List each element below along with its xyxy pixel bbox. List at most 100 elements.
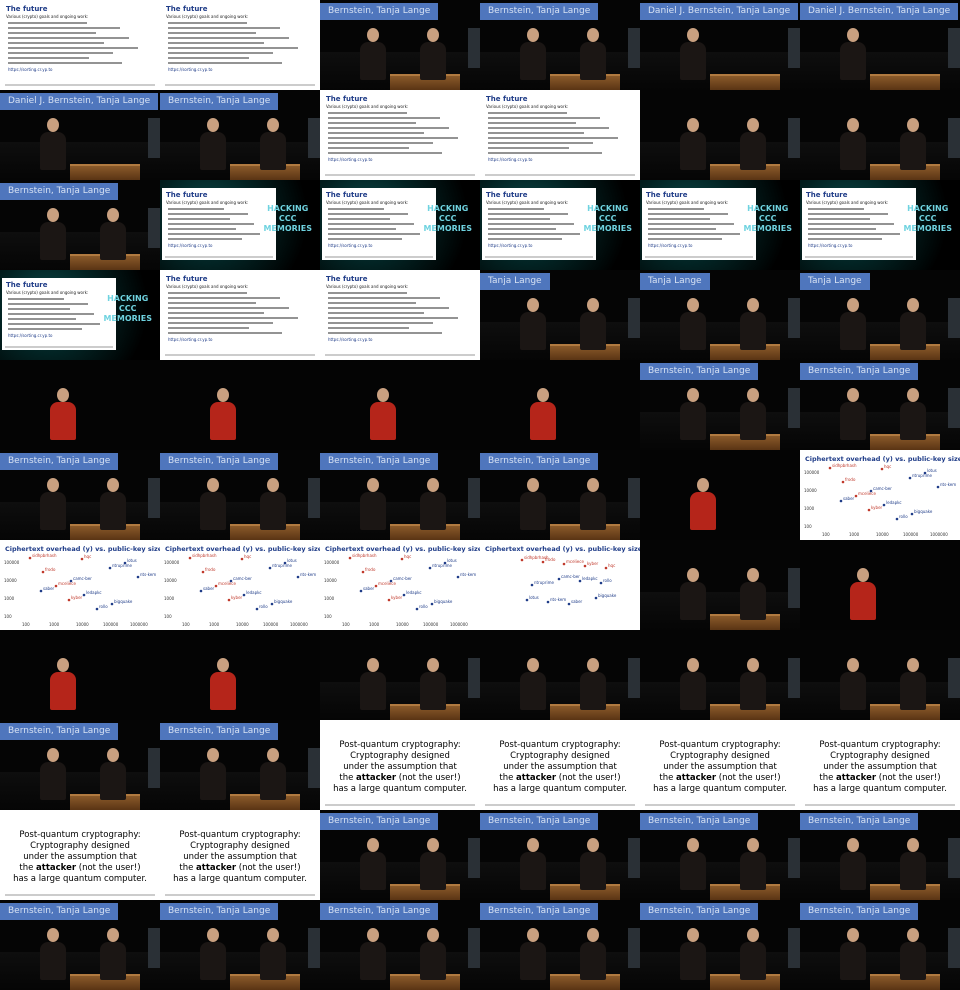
video-frame-thumbnail[interactable]: Daniel J. Bernstein, Tanja Lange [640,0,800,90]
video-frame-thumbnail[interactable]: The future Various (crypto) goals and ong… [160,0,320,90]
video-frame-thumbnail[interactable]: The future Various (crypto) goals and ong… [320,270,480,360]
video-frame-thumbnail[interactable]: Bernstein, Tanja Lange [640,360,800,450]
video-frame-thumbnail[interactable]: Ciphertext overhead (y) vs. public-key s… [0,540,160,630]
point-label: frodo [545,557,556,562]
video-frame-thumbnail[interactable]: Post-quantum cryptography: Cryptography d… [160,810,320,900]
video-frame-thumbnail[interactable]: Bernstein, Tanja Lange [160,720,320,810]
video-frame-thumbnail[interactable] [320,360,480,450]
video-frame-thumbnail[interactable]: The future Various (crypto) goals and ong… [320,90,480,180]
data-point [841,480,845,484]
video-frame-thumbnail[interactable]: Bernstein, Tanja Lange [320,450,480,540]
bullet-line [8,62,122,64]
video-frame-thumbnail[interactable]: Ciphertext overhead (y) vs. public-key s… [800,450,960,540]
video-frame-thumbnail[interactable]: Post-quantum cryptography: Cryptography d… [640,720,800,810]
speaker-head [847,118,859,132]
speaker-head [527,658,539,672]
video-frame-thumbnail[interactable]: Bernstein, Tanja Lange [320,810,480,900]
bullet-line [488,117,601,119]
speaker-name-bar: Bernstein, Tanja Lange [800,903,919,920]
video-frame-thumbnail[interactable]: Tanja Lange [480,270,640,360]
video-frame-thumbnail[interactable] [480,630,640,720]
video-frame-thumbnail[interactable] [160,360,320,450]
video-frame-thumbnail[interactable]: The future Various (crypto) goals and ong… [0,270,160,360]
video-frame-thumbnail[interactable]: The future Various (crypto) goals and ong… [160,270,320,360]
speaker-head [697,478,709,492]
video-frame-thumbnail[interactable] [0,630,160,720]
video-frame-thumbnail[interactable]: The future Various (crypto) goals and ong… [640,180,800,270]
video-frame-thumbnail[interactable]: Bernstein, Tanja Lange [480,450,640,540]
video-frame-thumbnail[interactable]: Bernstein, Tanja Lange [320,0,480,90]
video-frame-thumbnail[interactable]: Bernstein, Tanja Lange [480,0,640,90]
video-frame-thumbnail[interactable]: Post-quantum cryptography: Cryptography d… [0,810,160,900]
video-frame-thumbnail[interactable] [160,630,320,720]
video-frame-thumbnail[interactable]: Tanja Lange [640,270,800,360]
video-frame-thumbnail[interactable]: Bernstein, Tanja Lange [800,900,960,990]
speaker-body [850,582,876,620]
video-frame-thumbnail[interactable] [0,360,160,450]
slide-footer [325,804,475,806]
video-frame-thumbnail[interactable]: Bernstein, Tanja Lange [480,810,640,900]
video-frame-thumbnail[interactable]: Bernstein, Tanja Lange [160,900,320,990]
y-tick-label: 100 [804,524,812,529]
video-frame-thumbnail[interactable] [800,540,960,630]
video-frame-thumbnail[interactable]: Bernstein, Tanja Lange [640,900,800,990]
video-frame-thumbnail[interactable]: The future Various (crypto) goals and ong… [480,90,640,180]
speaker-name-bar: Tanja Lange [640,273,710,290]
video-frame-thumbnail[interactable]: Bernstein, Tanja Lange [160,90,320,180]
video-frame-thumbnail[interactable]: Bernstein, Tanja Lange [0,900,160,990]
video-frame-thumbnail[interactable]: Ciphertext overhead (y) vs. public-key s… [480,540,640,630]
point-label: rollo [259,604,268,609]
video-frame-thumbnail[interactable]: The future Various (crypto) goals and ong… [320,180,480,270]
video-frame-thumbnail[interactable]: Post-quantum cryptography: Cryptography d… [800,720,960,810]
video-frame-thumbnail[interactable]: Tanja Lange [800,270,960,360]
video-frame-thumbnail[interactable]: Ciphertext overhead (y) vs. public-key s… [320,540,480,630]
speaker-head [847,838,859,852]
slide-line: the attacker (not the user!) [802,773,958,784]
video-frame-thumbnail[interactable]: The future Various (crypto) goals and ong… [0,0,160,90]
video-frame-thumbnail[interactable]: Bernstein, Tanja Lange [320,900,480,990]
video-frame-thumbnail[interactable] [640,630,800,720]
bullet-line [168,27,281,29]
video-frame-thumbnail[interactable]: Bernstein, Tanja Lange [160,450,320,540]
x-tick-label: 100 [182,622,190,627]
data-point [374,584,378,588]
video-frame-thumbnail[interactable]: The future Various (crypto) goals and ong… [800,180,960,270]
x-tick-label: 1000 [849,532,860,537]
data-point [242,593,246,597]
video-frame-thumbnail[interactable] [640,450,800,540]
bullet-line [488,228,557,230]
video-frame-thumbnail[interactable] [320,630,480,720]
video-frame-thumbnail[interactable] [800,90,960,180]
video-frame-thumbnail[interactable] [800,630,960,720]
video-frame-thumbnail[interactable] [480,360,640,450]
video-frame-thumbnail[interactable] [640,540,800,630]
slide-bullets [482,208,596,240]
speaker-body [900,672,926,710]
slide-line: Post-quantum cryptography: [339,740,461,750]
video-frame-thumbnail[interactable]: Bernstein, Tanja Lange [640,810,800,900]
bullet-line [488,112,568,114]
speaker [360,478,386,530]
video-frame-thumbnail[interactable]: Bernstein, Tanja Lange [0,450,160,540]
video-frame-thumbnail[interactable]: Post-quantum cryptography: Cryptography d… [480,720,640,810]
slide-intro: Various (crypto) goals and ongoing work: [486,104,569,109]
slide-intro: Various (crypto) goals and ongoing work: [486,200,569,205]
bullet-line [168,302,256,304]
video-frame-thumbnail[interactable]: Daniel J. Bernstein, Tanja Lange [800,0,960,90]
point-label: nts-kem [300,572,316,577]
video-frame-thumbnail[interactable]: The future Various (crypto) goals and ong… [160,180,320,270]
video-frame-thumbnail[interactable]: Bernstein, Tanja Lange [0,720,160,810]
video-frame-thumbnail[interactable]: Bernstein, Tanja Lange [0,180,160,270]
bullet-line [328,132,425,134]
video-frame-thumbnail[interactable] [640,90,800,180]
slide-footer [5,84,155,86]
video-frame-thumbnail[interactable]: The future Various (crypto) goals and ong… [480,180,640,270]
data-point [255,607,259,611]
video-frame-thumbnail[interactable]: Ciphertext overhead (y) vs. public-key s… [160,540,320,630]
video-frame-thumbnail[interactable]: Bernstein, Tanja Lange [800,360,960,450]
point-label: hqc [608,563,615,568]
video-frame-thumbnail[interactable]: Daniel J. Bernstein, Tanja Lange [0,90,160,180]
video-frame-thumbnail[interactable]: Bernstein, Tanja Lange [480,900,640,990]
video-frame-thumbnail[interactable]: Bernstein, Tanja Lange [800,810,960,900]
video-frame-thumbnail[interactable]: Post-quantum cryptography: Cryptography d… [320,720,480,810]
